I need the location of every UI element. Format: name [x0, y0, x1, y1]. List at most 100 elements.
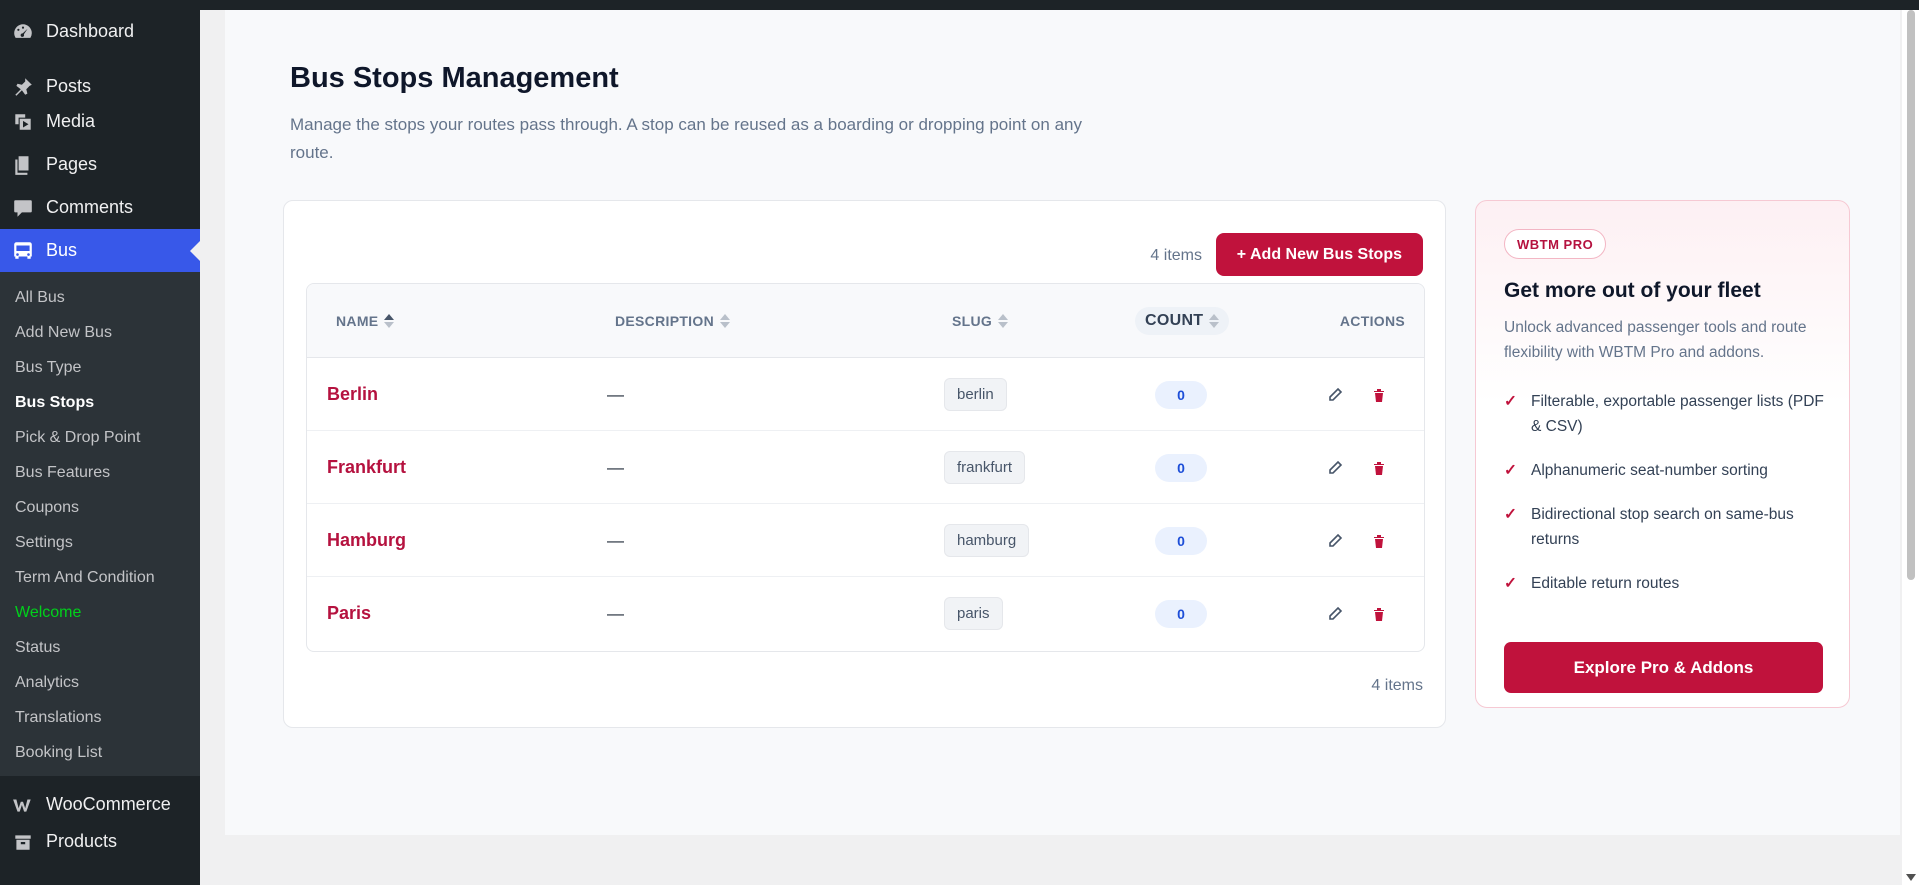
stop-description: —	[607, 384, 624, 404]
trash-icon[interactable]	[1367, 383, 1391, 407]
menu-media[interactable]: Media	[0, 100, 200, 143]
submenu-bus-stops[interactable]: Bus Stops	[0, 385, 200, 420]
sort-asc-icon	[384, 314, 395, 328]
stop-name-link[interactable]: Paris	[327, 603, 371, 624]
check-icon: ✓	[1504, 462, 1517, 479]
stop-description: —	[607, 530, 624, 550]
menu-bus[interactable]: Bus	[0, 229, 200, 272]
woocommerce-icon	[10, 792, 36, 818]
submenu-translations[interactable]: Translations	[0, 700, 200, 735]
products-icon	[10, 829, 36, 855]
table-row: Berlin — berlin 0	[307, 358, 1424, 431]
table-row: Paris — paris 0	[307, 577, 1424, 650]
pro-feature: ✓ Filterable, exportable passenger lists …	[1504, 389, 1824, 439]
submenu-term-and-condition[interactable]: Term And Condition	[0, 560, 200, 595]
submenu-bus-features[interactable]: Bus Features	[0, 455, 200, 490]
edit-icon[interactable]	[1323, 383, 1347, 407]
add-new-bus-stop-button[interactable]: + Add New Bus Stops	[1215, 233, 1423, 276]
trash-icon[interactable]	[1367, 529, 1391, 553]
pro-title: Get more out of your fleet	[1504, 279, 1761, 302]
stop-slug: paris	[944, 597, 1003, 630]
menu-label: Pages	[46, 154, 98, 174]
page-scrollbar[interactable]	[1902, 10, 1919, 885]
pro-upsell-card: WBTM PRO Get more out of your fleet Unlo…	[1475, 200, 1850, 708]
edit-icon[interactable]	[1323, 456, 1347, 480]
page-description: Manage the stops your routes pass throug…	[290, 115, 1082, 162]
stop-slug: frankfurt	[944, 451, 1026, 484]
menu-label: Bus	[46, 240, 78, 260]
column-label: DESCRIPTION	[615, 313, 714, 329]
edit-icon[interactable]	[1323, 529, 1347, 553]
pro-badge: WBTM PRO	[1504, 229, 1607, 259]
stop-name-link[interactable]: Frankfurt	[327, 457, 406, 478]
submenu-settings[interactable]: Settings	[0, 525, 200, 560]
stop-description: —	[607, 457, 624, 477]
edit-icon[interactable]	[1323, 602, 1347, 626]
scrollbar-thumb[interactable]	[1907, 10, 1915, 580]
column-header-actions: ACTIONS	[1340, 284, 1405, 358]
submenu-coupons[interactable]: Coupons	[0, 490, 200, 525]
submenu-booking-list[interactable]: Booking List	[0, 735, 200, 770]
sort-icon	[719, 314, 730, 328]
trash-icon[interactable]	[1367, 602, 1391, 626]
media-icon	[10, 109, 36, 135]
menu-label: Products	[46, 831, 118, 851]
submenu-all-bus[interactable]: All Bus	[0, 280, 200, 315]
table-row: Hamburg — hamburg 0	[307, 504, 1424, 577]
column-header-count[interactable]: COUNT	[1135, 307, 1230, 335]
sort-icon	[998, 314, 1009, 328]
trash-icon[interactable]	[1367, 456, 1391, 480]
admin-sidebar: Dashboard Posts Media Pages Comments Bus…	[0, 10, 200, 885]
scroll-down-arrow-icon[interactable]	[1906, 874, 1916, 881]
column-header-slug[interactable]: SLUG	[952, 284, 1009, 358]
submenu-status[interactable]: Status	[0, 630, 200, 665]
column-header-name[interactable]: NAME	[336, 284, 395, 358]
explore-pro-button[interactable]: Explore Pro & Addons	[1504, 642, 1823, 693]
stop-count: 0	[1155, 380, 1207, 409]
stop-description: —	[607, 603, 624, 623]
pro-description: Unlock advanced passenger tools and rout…	[1504, 319, 1807, 361]
pro-feature: ✓ Alphanumeric seat-number sorting	[1504, 458, 1824, 483]
menu-products[interactable]: Products	[0, 820, 200, 863]
feature-text: Bidirectional stop search on same-bus re…	[1531, 506, 1794, 548]
column-header-description[interactable]: DESCRIPTION	[615, 284, 730, 358]
bus-stops-card: 4 items + Add New Bus Stops NAME DESCRIP…	[283, 200, 1446, 728]
menu-dashboard[interactable]: Dashboard	[0, 10, 200, 53]
dashboard-icon	[10, 19, 36, 45]
stop-name-link[interactable]: Hamburg	[327, 530, 406, 551]
page-title: Bus Stops Management	[290, 62, 619, 94]
menu-label: WooCommerce	[46, 794, 171, 814]
items-count-bottom: 4 items	[1371, 677, 1423, 694]
pro-feature-list: ✓ Filterable, exportable passenger lists …	[1504, 389, 1824, 615]
table-header: NAME DESCRIPTION SLUG COUNT ACTIONS	[307, 284, 1424, 358]
check-icon: ✓	[1504, 575, 1517, 592]
stop-count: 0	[1155, 526, 1207, 555]
menu-label: Dashboard	[46, 21, 135, 41]
menu-label: Comments	[46, 197, 134, 217]
submenu-bus-type[interactable]: Bus Type	[0, 350, 200, 385]
column-label: SLUG	[952, 313, 993, 329]
bus-icon	[10, 238, 36, 264]
pin-icon	[10, 74, 36, 100]
menu-pages[interactable]: Pages	[0, 143, 200, 186]
bus-stops-table: NAME DESCRIPTION SLUG COUNT ACTIONS Berl…	[306, 283, 1425, 652]
pages-icon	[10, 152, 36, 178]
submenu-analytics[interactable]: Analytics	[0, 665, 200, 700]
submenu-add-new-bus[interactable]: Add New Bus	[0, 315, 200, 350]
main-content: Bus Stops Management Manage the stops yo…	[225, 10, 1900, 835]
menu-label: Media	[46, 111, 96, 131]
check-icon: ✓	[1504, 393, 1517, 410]
stop-slug: berlin	[944, 378, 1007, 411]
menu-comments[interactable]: Comments	[0, 186, 200, 229]
column-label: COUNT	[1145, 312, 1204, 329]
bus-submenu: All Bus Add New Bus Bus Type Bus Stops P…	[0, 272, 200, 776]
comment-icon	[10, 195, 36, 221]
items-count: 4 items	[1150, 247, 1202, 264]
submenu-pick-drop-point[interactable]: Pick & Drop Point	[0, 420, 200, 455]
stop-count: 0	[1155, 599, 1207, 628]
feature-text: Editable return routes	[1531, 575, 1680, 592]
sort-icon	[1209, 314, 1220, 328]
table-row: Frankfurt — frankfurt 0	[307, 431, 1424, 504]
submenu-welcome[interactable]: Welcome	[0, 595, 200, 630]
stop-name-link[interactable]: Berlin	[327, 384, 378, 405]
